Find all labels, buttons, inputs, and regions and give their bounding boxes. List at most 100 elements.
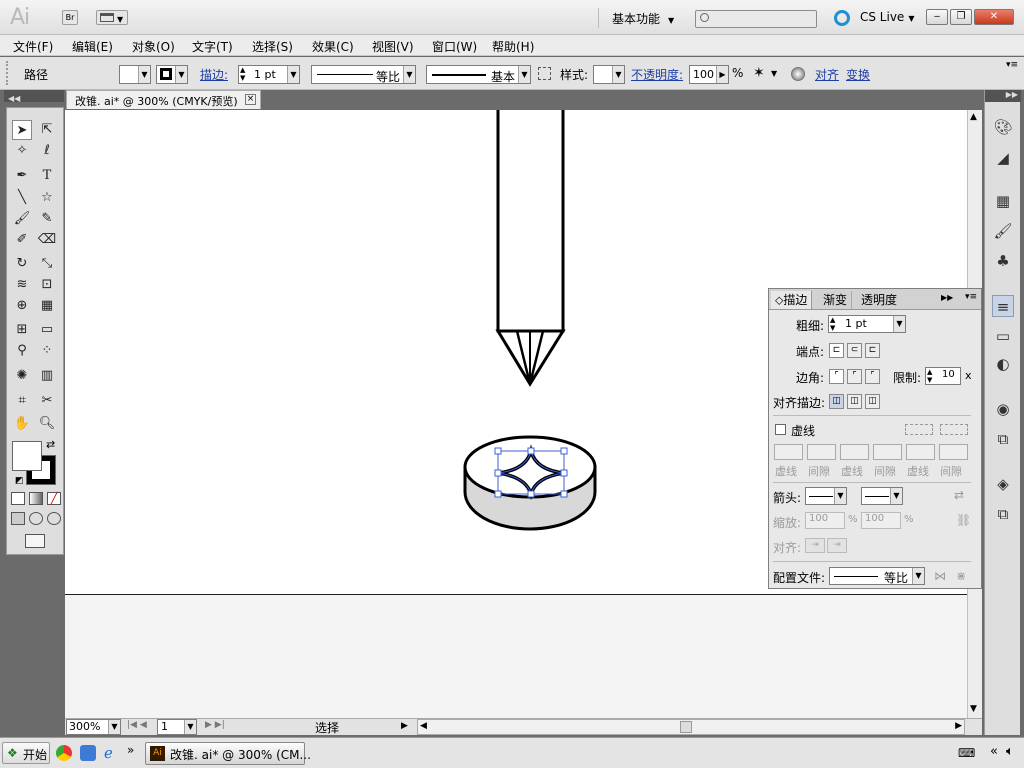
stroke-panel-icon[interactable]: ≡ <box>992 295 1014 317</box>
gradient-panel-icon[interactable]: ▭ <box>992 325 1014 347</box>
column-graph-tool-icon[interactable]: ▥ <box>37 366 57 386</box>
align-outside-button[interactable]: ◫ <box>865 394 880 409</box>
close-document-icon[interactable]: × <box>245 94 256 105</box>
grip-handle[interactable] <box>6 61 10 85</box>
cslive-menu[interactable]: CS Live ▼ <box>860 10 914 24</box>
transparency-panel-icon[interactable]: ◐ <box>992 353 1014 375</box>
gap-field-2[interactable] <box>873 444 902 460</box>
screen-mode-icon[interactable] <box>25 534 45 548</box>
last-artboard-icon[interactable]: ▶ ▶| <box>205 720 225 730</box>
opacity-field[interactable]: 100 ▶ <box>689 65 729 84</box>
eraser-tool-icon[interactable]: ⌫ <box>37 230 57 250</box>
scroll-left-icon[interactable]: ◀ <box>420 721 427 731</box>
type-tool-icon[interactable]: T <box>37 166 57 186</box>
dash-field-3[interactable] <box>906 444 935 460</box>
stepper-icon[interactable]: ▲ ▼ <box>927 368 932 384</box>
chevron-down-icon[interactable]: ▼ <box>771 69 777 78</box>
pen-tool-icon[interactable]: ✒ <box>12 166 32 186</box>
align-center-button[interactable]: ◫ <box>829 394 844 409</box>
free-transform-tool-icon[interactable]: ⊡ <box>37 275 57 295</box>
selection-tool-icon[interactable]: ➤ <box>12 120 32 140</box>
color-mode-icon[interactable] <box>11 492 25 505</box>
pasteboard[interactable] <box>65 594 968 718</box>
warp-tool-icon[interactable]: ≋ <box>12 275 32 295</box>
arrange-documents-button[interactable]: ▼ <box>96 10 128 25</box>
swatches-panel-icon[interactable]: ▦ <box>992 190 1014 212</box>
color-panel-icon[interactable]: 🎨︎ <box>992 116 1014 138</box>
tab-stroke[interactable]: ⬦描边 <box>771 291 813 309</box>
tray-expand-icon[interactable]: « <box>990 744 998 759</box>
miter-limit-input[interactable]: ▲ ▼ 10 <box>925 367 961 385</box>
stepper-icon[interactable]: ▲ ▼ <box>240 66 245 82</box>
align-link[interactable]: 对齐 <box>815 66 839 83</box>
panel-menu-icon[interactable]: ▾≡ <box>1006 60 1018 70</box>
pencil-tool-icon[interactable]: ✎ <box>37 209 57 229</box>
projecting-cap-button[interactable]: ⊏ <box>865 343 880 358</box>
stroke-weight-input[interactable]: ▲ ▼ 1 pt ▼ <box>828 315 906 333</box>
gradient-tool-icon[interactable]: ▭ <box>37 320 57 340</box>
horizontal-scrollbar[interactable]: ◀ ▶ <box>417 719 965 735</box>
default-colors-icon[interactable]: ◩ <box>15 476 24 486</box>
miter-join-button[interactable]: ⌜ <box>829 369 844 384</box>
mesh-tool-icon[interactable]: ⊞ <box>12 320 32 340</box>
arrow-place-button[interactable]: ⇥ <box>827 538 847 553</box>
cslive-icon[interactable] <box>834 10 850 26</box>
brushes-panel-icon[interactable]: 🖌 <box>992 220 1014 242</box>
rotate-tool-icon[interactable]: ↻ <box>12 254 32 274</box>
gap-field-1[interactable] <box>807 444 836 460</box>
dash-field-2[interactable] <box>840 444 869 460</box>
start-scale-input[interactable]: 100 <box>805 512 845 529</box>
panel-menu-icon[interactable]: ▾≡ <box>965 292 977 302</box>
color-guide-icon[interactable]: ◢ <box>992 147 1014 169</box>
zoom-dropdown[interactable]: 300% ▼ <box>66 719 121 735</box>
brush-definition-dropdown[interactable]: 基本 ▼ <box>426 65 531 84</box>
tab-transparency[interactable]: 透明度 <box>857 291 901 309</box>
artboard-number-field[interactable]: 1 ▼ <box>157 719 197 735</box>
slice-tool-icon[interactable]: ✂ <box>37 391 57 411</box>
collapse-panel-icon[interactable]: ▶▶ <box>941 293 953 302</box>
chrome-icon[interactable] <box>56 745 72 761</box>
flip-across-icon[interactable]: ⋇ <box>956 569 966 583</box>
start-button[interactable]: ❖ 开始 <box>2 742 50 764</box>
none-mode-icon[interactable]: ╱ <box>47 492 61 505</box>
flip-along-icon[interactable]: ⋈ <box>934 569 946 583</box>
lasso-tool-icon[interactable]: ℓ <box>37 141 57 161</box>
link-scale-icon[interactable]: ⛓ <box>956 513 971 527</box>
dash-align-corners-icon[interactable] <box>940 424 968 435</box>
line-tool-icon[interactable]: ╲ <box>12 188 32 208</box>
close-button[interactable]: ✕ <box>974 9 1014 25</box>
menu-select[interactable]: 选择(S) <box>252 38 293 55</box>
gradient-mode-icon[interactable] <box>29 492 43 505</box>
fill-color-swatch[interactable] <box>12 441 42 471</box>
appearance-panel-icon[interactable]: ◉ <box>992 398 1014 420</box>
scroll-down-icon[interactable]: ▼ <box>970 704 977 714</box>
menu-type[interactable]: 文字(T) <box>192 38 233 55</box>
screwdriver-shaft[interactable] <box>495 110 566 387</box>
scroll-up-icon[interactable]: ▲ <box>970 112 977 122</box>
document-tab[interactable]: 改锥. ai* @ 300% (CMYK/预览) × <box>66 90 261 109</box>
recolor-artwork-icon[interactable]: ✶ <box>753 65 765 81</box>
bevel-join-button[interactable]: ⌜ <box>865 369 880 384</box>
artboards-panel-icon[interactable]: ⧉ <box>992 503 1014 525</box>
menu-edit[interactable]: 编辑(E) <box>72 38 113 55</box>
scale-tool-icon[interactable]: ⤡ <box>37 254 57 274</box>
direct-selection-tool-icon[interactable]: ⇱ <box>37 120 57 140</box>
graphic-style-dropdown[interactable]: ▼ <box>593 65 625 84</box>
butt-cap-button[interactable]: ⊏ <box>829 343 844 358</box>
brush-options-icon[interactable] <box>538 67 551 80</box>
start-arrowhead-dropdown[interactable]: ▼ <box>805 487 847 505</box>
menu-view[interactable]: 视图(V) <box>372 38 414 55</box>
menu-effect[interactable]: 效果(C) <box>312 38 354 55</box>
gap-field-3[interactable] <box>939 444 968 460</box>
explorer-icon[interactable] <box>80 745 96 761</box>
end-arrowhead-dropdown[interactable]: ▼ <box>861 487 903 505</box>
paintbrush-tool-icon[interactable]: 🖌 <box>12 209 32 229</box>
workspace-switcher[interactable]: 基本功能 ▼ <box>612 10 674 27</box>
tab-gradient[interactable]: 渐变 <box>819 291 853 309</box>
round-join-button[interactable]: ⌜ <box>847 369 862 384</box>
symbols-panel-icon[interactable]: ♣ <box>992 250 1014 272</box>
scroll-thumb[interactable] <box>680 721 692 733</box>
graphic-styles-icon[interactable]: ⧉ <box>992 428 1014 450</box>
minimize-button[interactable]: ‒ <box>926 9 948 25</box>
perspective-grid-tool-icon[interactable]: ▦ <box>37 296 57 316</box>
